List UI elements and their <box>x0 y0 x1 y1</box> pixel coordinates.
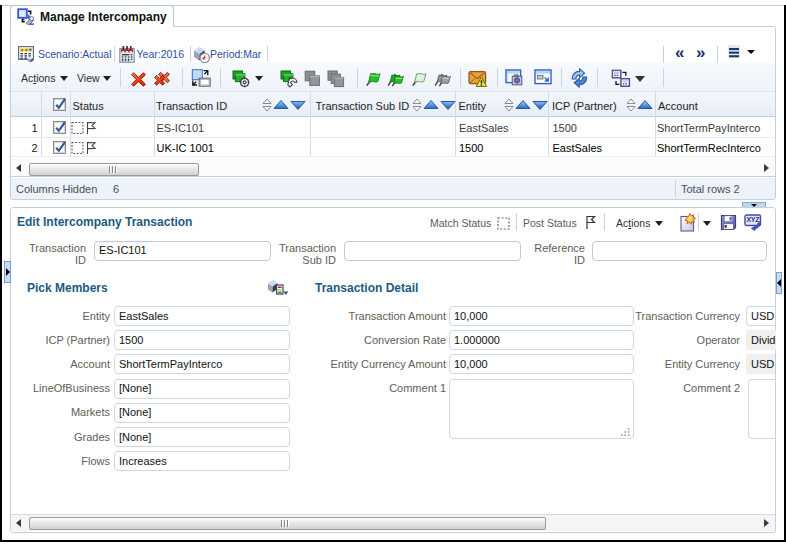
svg-text:XYZ: XYZ <box>747 216 761 223</box>
